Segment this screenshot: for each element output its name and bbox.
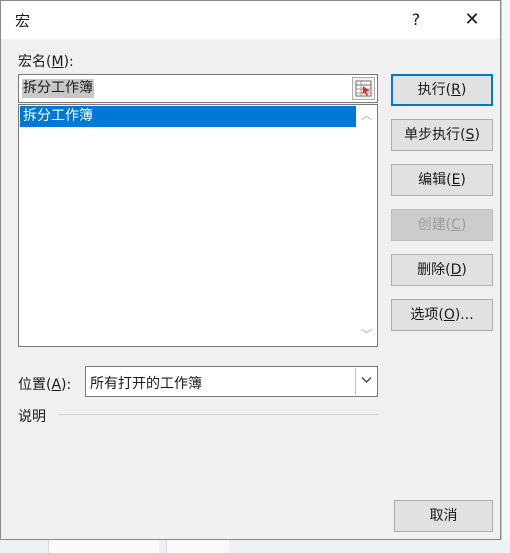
run-button[interactable]: 执行(R): [391, 74, 493, 106]
dropdown-arrow-icon: [361, 377, 371, 383]
background-sheet-strip: [0, 540, 510, 553]
dialog-title: 宏: [15, 12, 31, 30]
vertical-scrollbar[interactable]: ︿ ﹀: [356, 105, 377, 346]
background-window-strip: [501, 0, 510, 553]
macro-name-label: 宏名(M):: [18, 54, 74, 70]
background-cell: [48, 540, 159, 553]
macro-dialog: 宏 ? ✕ 宏名(M): 拆分工作簿 拆分工作簿 ︿ ﹀ 执行(R) 单步执行(…: [0, 0, 501, 540]
options-button[interactable]: 选项(O)...: [391, 299, 493, 331]
close-button[interactable]: ✕: [456, 7, 488, 33]
description-divider: [58, 414, 378, 415]
cancel-button[interactable]: 取消: [394, 500, 493, 532]
edit-button[interactable]: 编辑(E): [391, 164, 493, 196]
location-label: 位置(A):: [18, 377, 72, 393]
location-select[interactable]: 所有打开的工作簿: [85, 366, 378, 397]
list-item[interactable]: 拆分工作簿: [20, 106, 357, 127]
macro-name-value: 拆分工作簿: [22, 79, 94, 98]
background-cell: [166, 540, 229, 553]
step-into-button[interactable]: 单步执行(S): [391, 119, 493, 151]
range-select-icon: [355, 80, 372, 97]
help-button[interactable]: ?: [401, 7, 431, 33]
collapse-dialog-button[interactable]: [352, 77, 375, 100]
chevron-down-icon[interactable]: ﹀: [356, 326, 377, 344]
create-button: 创建(C): [391, 209, 493, 241]
title-bar: 宏 ? ✕: [1, 1, 500, 39]
chevron-down-icon[interactable]: [355, 368, 376, 395]
description-label: 说明: [18, 409, 46, 425]
location-value: 所有打开的工作簿: [90, 376, 202, 392]
macro-list[interactable]: 拆分工作簿 ︿ ﹀: [18, 104, 378, 347]
macro-name-input[interactable]: 拆分工作簿: [18, 74, 378, 103]
delete-button[interactable]: 删除(D): [391, 254, 493, 286]
chevron-up-icon[interactable]: ︿: [356, 107, 377, 125]
